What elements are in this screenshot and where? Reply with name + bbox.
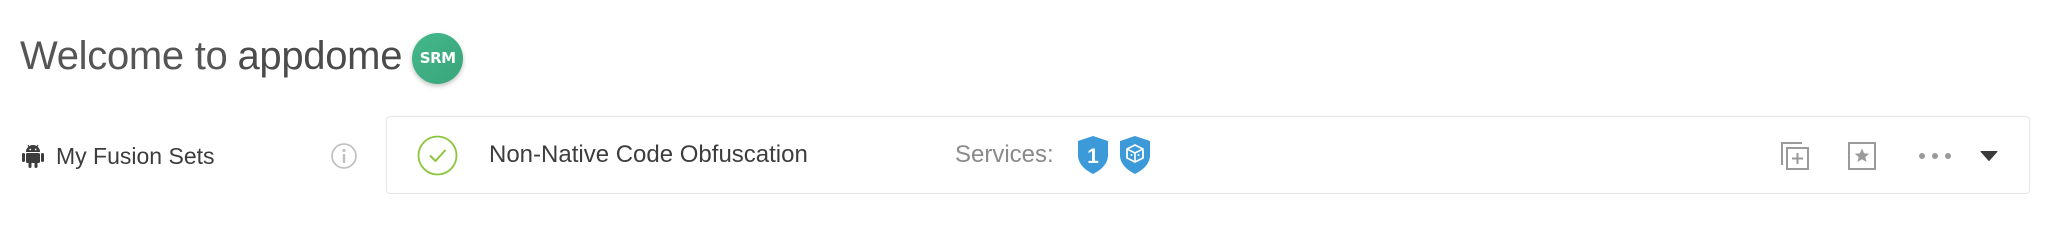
- duplicate-button[interactable]: [1776, 137, 1814, 175]
- shield-number-icon[interactable]: 1: [1076, 135, 1110, 175]
- android-icon: [22, 144, 44, 168]
- favorite-button[interactable]: [1843, 137, 1881, 175]
- services-label: Services:: [955, 141, 1054, 168]
- favorite-star-icon: [1848, 142, 1876, 170]
- expand-button[interactable]: [1975, 137, 2003, 175]
- service-number: 1: [1087, 145, 1099, 168]
- caret-down-icon: [1980, 151, 1998, 161]
- avatar[interactable]: SRM: [412, 32, 464, 84]
- duplicate-icon: [1781, 142, 1809, 170]
- check-circle-icon: [417, 135, 458, 176]
- avatar-initials: SRM: [419, 49, 456, 67]
- info-icon[interactable]: [330, 142, 358, 170]
- fusion-sets-label: My Fusion Sets: [56, 142, 215, 169]
- fusion-sets-label-row: My Fusion Sets: [22, 140, 215, 172]
- shield-cube-icon[interactable]: [1118, 135, 1152, 175]
- fusion-set-name[interactable]: Non-Native Code Obfuscation: [489, 139, 808, 171]
- page-header: Welcome to appdome SRM: [20, 30, 464, 84]
- welcome-text: Welcome to: [20, 33, 228, 78]
- more-options-button[interactable]: [1912, 137, 1958, 175]
- fusion-set-card[interactable]: Non-Native Code Obfuscation Services: 1: [386, 116, 2030, 194]
- welcome-title: Welcome to appdome: [20, 34, 402, 79]
- more-dots-icon: [1919, 153, 1951, 159]
- brand-name: appdome: [237, 33, 403, 78]
